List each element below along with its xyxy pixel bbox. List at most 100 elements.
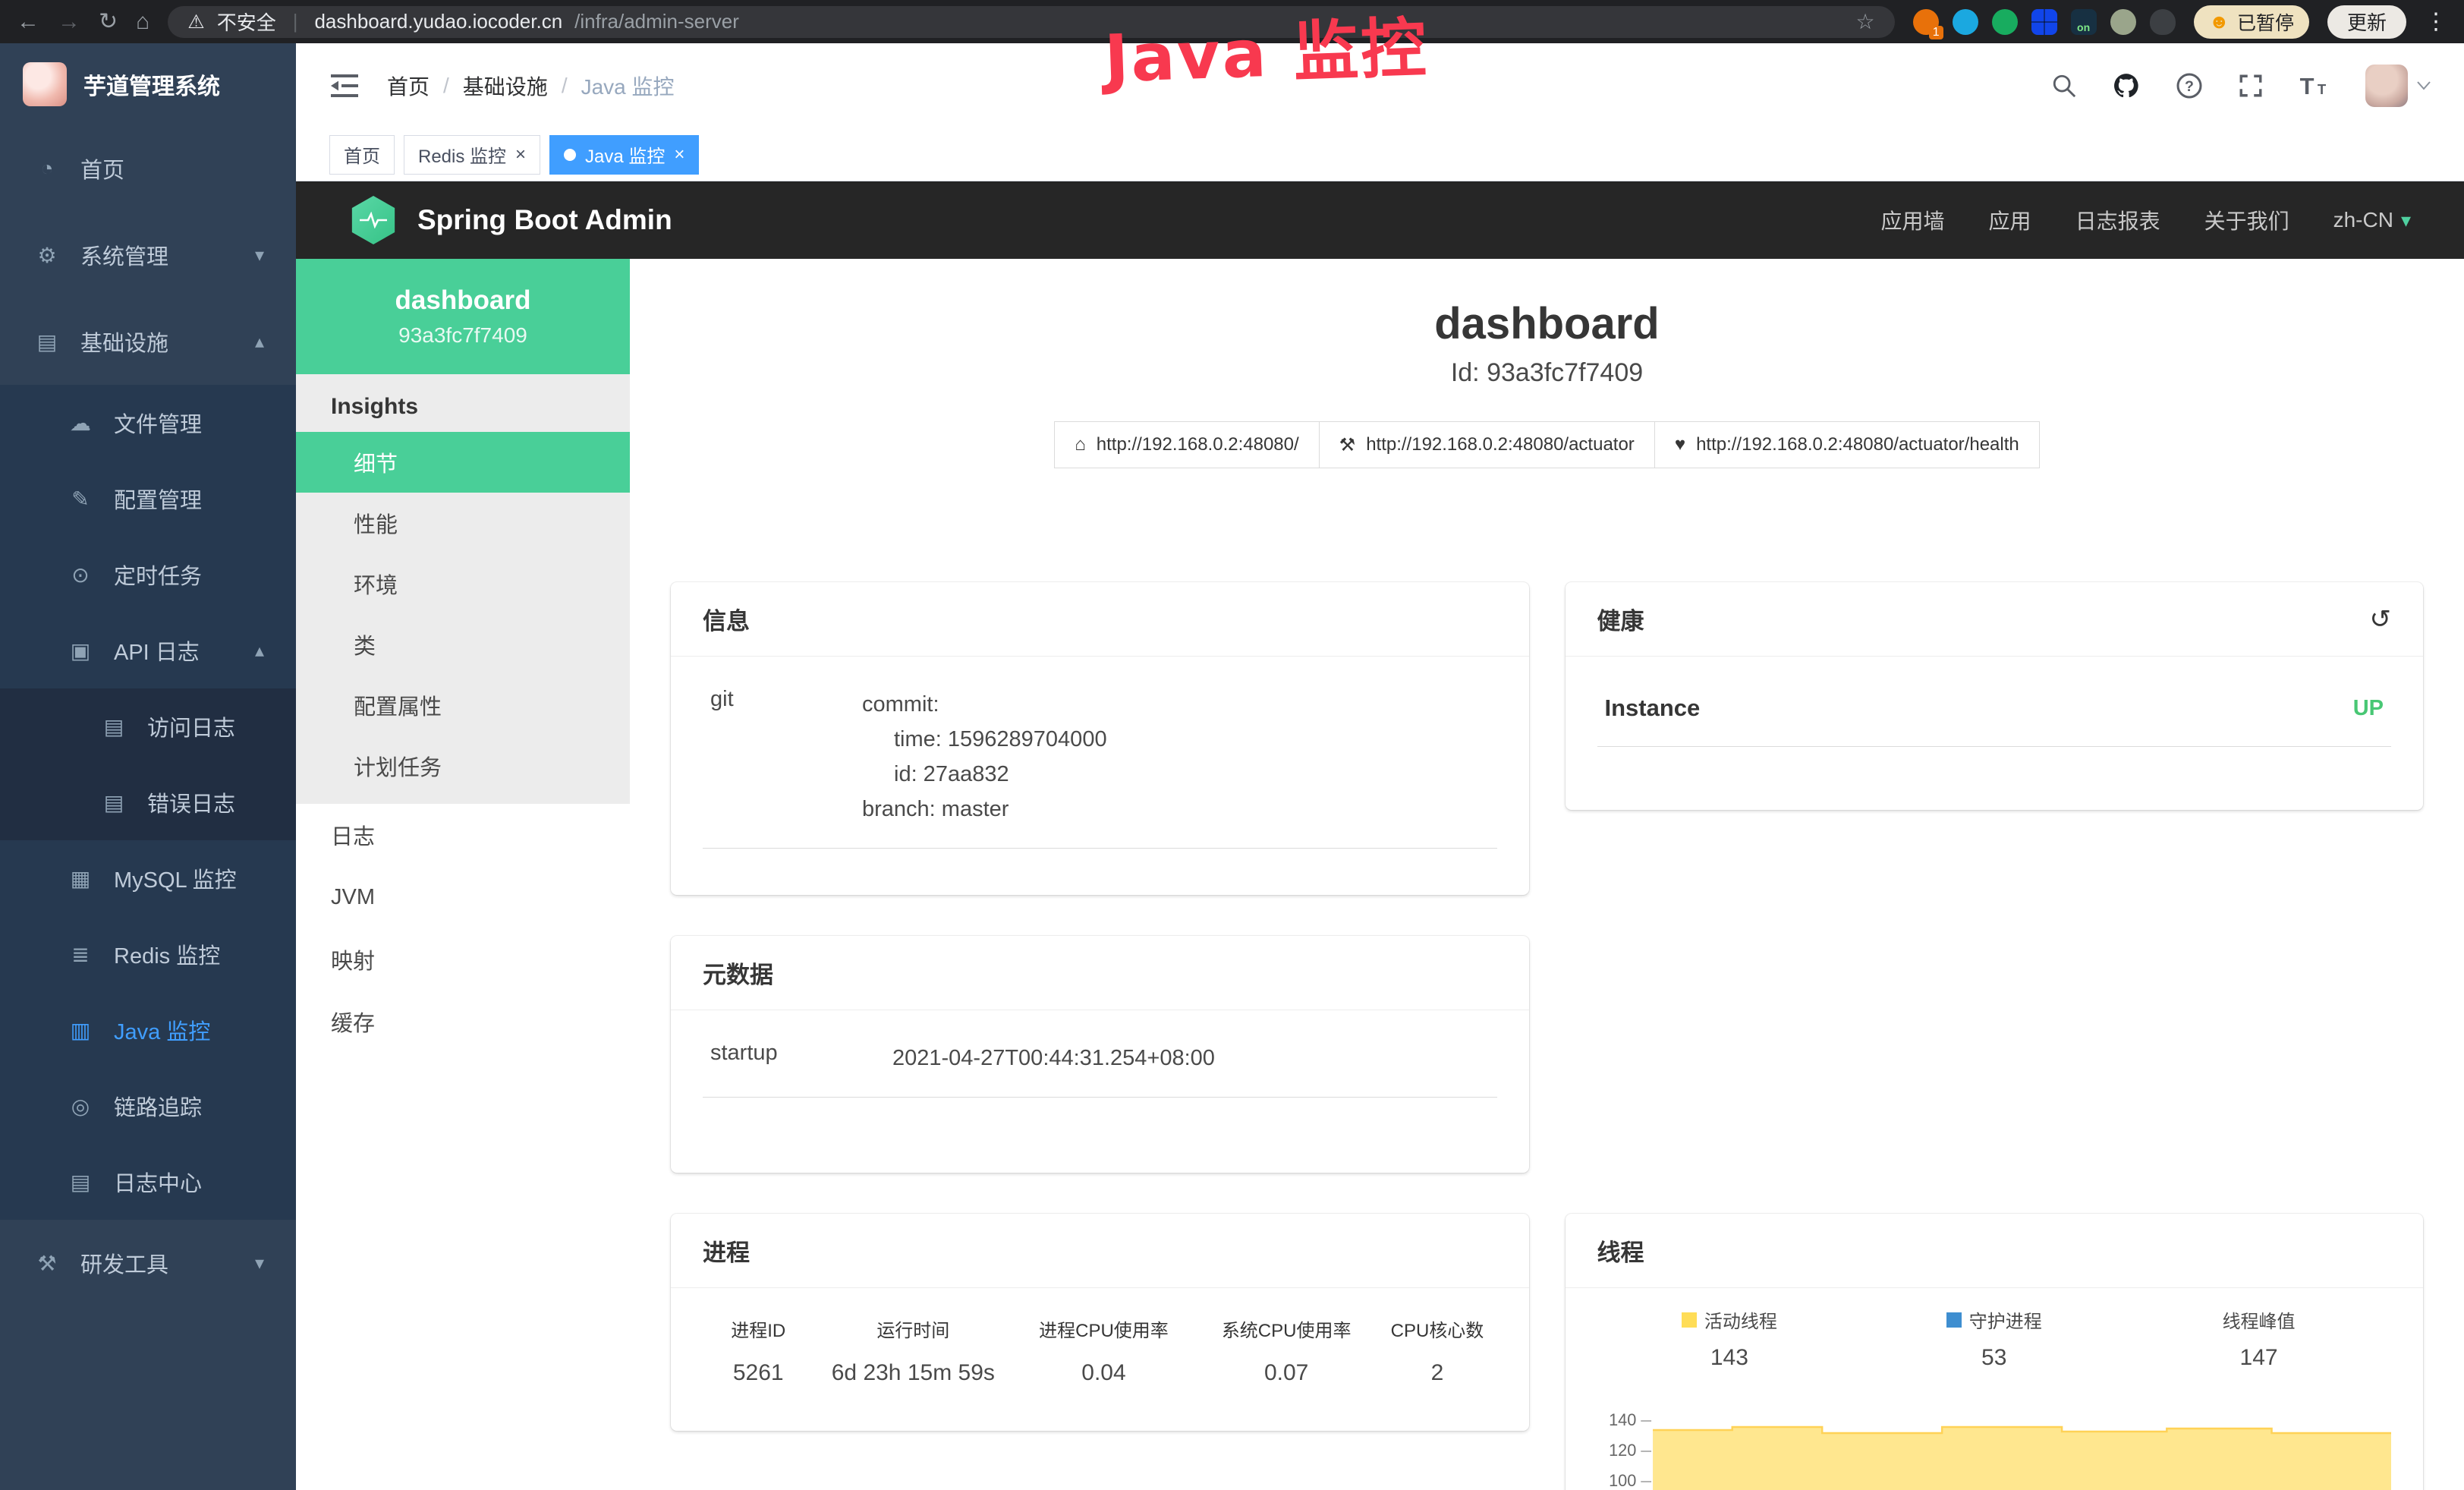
sba-item-metrics[interactable]: 性能 [296, 493, 630, 553]
sba-brand[interactable]: Spring Boot Admin [349, 196, 672, 244]
sidebar-item-java-monitor[interactable]: ▥ Java 监控 [0, 992, 296, 1068]
sidebar-item-dev-tools[interactable]: ⚒ 研发工具 ▾ [0, 1220, 296, 1306]
extension-icon-7[interactable] [2150, 9, 2176, 35]
sidebar-item-system-management[interactable]: ⚙ 系统管理 ▾ [0, 212, 296, 298]
sba-item-caches[interactable]: 缓存 [296, 991, 630, 1053]
menu-label: 定时任务 [114, 559, 202, 591]
breadcrumb-infrastructure[interactable]: 基础设施 [463, 71, 548, 101]
sba-nav-journal[interactable]: 日志报表 [2075, 205, 2160, 235]
sba-item-config-props[interactable]: 配置属性 [296, 675, 630, 736]
sba-item-mappings[interactable]: 映射 [296, 928, 630, 991]
locale-label: zh-CN [2333, 208, 2393, 232]
sidebar-item-tracing[interactable]: ◎ 链路追踪 [0, 1068, 296, 1144]
sidebar-item-api-logs[interactable]: ▣ API 日志 ▴ [0, 613, 296, 688]
fullscreen-icon[interactable] [2238, 73, 2264, 99]
instance-header[interactable]: dashboard 93a3fc7f7409 [296, 259, 630, 374]
search-icon[interactable] [2051, 73, 2077, 99]
sidebar-item-infrastructure[interactable]: ▤ 基础设施 ▴ [0, 298, 296, 385]
sidebar-header[interactable]: 芋道管理系统 [0, 43, 296, 125]
browser-forward-button[interactable]: → [58, 11, 80, 33]
browser-menu-icon[interactable]: ⋮ [2425, 8, 2447, 35]
breadcrumb-home[interactable]: 首页 [387, 71, 430, 101]
service-url-link[interactable]: ⌂ http://192.168.0.2:48080/ [1054, 421, 1319, 468]
extension-icon-1[interactable]: 1 [1913, 9, 1939, 35]
threads-card: 线程 活动线程 1 [1566, 1214, 2424, 1490]
sidebar-item-file-management[interactable]: ☁ 文件管理 [0, 385, 296, 461]
sba-item-logs[interactable]: 日志 [296, 804, 630, 866]
menu-label: 基础设施 [80, 326, 168, 358]
extension-icon-2[interactable] [1953, 9, 1978, 35]
tab-java-monitor[interactable]: Java 监控 × [549, 135, 699, 175]
browser-back-button[interactable]: ← [17, 11, 39, 33]
svg-text:T: T [2300, 73, 2315, 99]
sidebar-item-redis-monitor[interactable]: ≣ Redis 监控 [0, 916, 296, 992]
bookmark-star-icon[interactable]: ☆ [1856, 9, 1875, 34]
close-icon[interactable]: × [515, 144, 526, 165]
legend-live-threads: 活动线程 143 [1597, 1306, 1862, 1371]
tags-view: 首页 Redis 监控 × Java 监控 × [296, 128, 2464, 181]
profile-paused-chip[interactable]: ☻ 已暂停 [2194, 5, 2309, 39]
sidebar-item-home[interactable]: ◔ 首页 [0, 125, 296, 212]
dashboard-icon: ◔ [33, 156, 61, 181]
sba-body: dashboard 93a3fc7f7409 Insights 细节 性能 环境… [296, 259, 2464, 1490]
browser-home-button[interactable]: ⌂ [136, 11, 149, 33]
svg-text:T: T [2318, 81, 2327, 97]
legend-daemon-threads: 守护进程 53 [1861, 1306, 2126, 1371]
extension-badge: 1 [1929, 26, 1943, 39]
extension-icon-5[interactable]: on [2071, 9, 2097, 35]
extension-icon-4[interactable] [2031, 9, 2057, 35]
column-header: 进程ID [703, 1306, 814, 1351]
menu-label: 文件管理 [114, 407, 202, 439]
user-menu[interactable] [2365, 65, 2431, 107]
menu-label: 系统管理 [80, 239, 168, 271]
sba-nav-wallboard[interactable]: 应用墙 [1881, 205, 1945, 235]
sba-item-details[interactable]: 细节 [296, 432, 630, 493]
sidebar-item-mysql-monitor[interactable]: ▦ MySQL 监控 [0, 840, 296, 916]
extension-icon-3[interactable] [1992, 9, 2018, 35]
app-logo [23, 62, 67, 106]
legend-label: 守护进程 [1969, 1306, 2042, 1333]
sidebar-item-access-logs[interactable]: ▤ 访问日志 [0, 688, 296, 764]
y-tick-120: 120 [1609, 1441, 1636, 1460]
sidebar-item-log-center[interactable]: ▤ 日志中心 [0, 1144, 296, 1220]
sba-item-scheduled-tasks[interactable]: 计划任务 [296, 736, 630, 796]
sba-item-classes[interactable]: 类 [296, 614, 630, 675]
instance-hero: dashboard Id: 93a3fc7f7409 ⌂ http://192.… [630, 298, 2464, 468]
address-bar[interactable]: ⚠ 不安全 | dashboard.yudao.iocoder.cn /infr… [168, 6, 1894, 38]
font-size-icon[interactable]: TT [2299, 73, 2330, 99]
menu-label: API 日志 [114, 635, 200, 666]
hamburger-icon[interactable] [329, 73, 360, 99]
column-header: 运行时间 [814, 1306, 1013, 1351]
github-icon[interactable] [2112, 71, 2141, 100]
sba-nav-applications[interactable]: 应用 [1989, 205, 2031, 235]
close-icon[interactable]: × [674, 144, 684, 165]
tools-icon: ⚒ [33, 1251, 61, 1276]
sba-nav-about[interactable]: 关于我们 [2204, 205, 2289, 235]
sidebar-item-config-management[interactable]: ✎ 配置管理 [0, 461, 296, 537]
health-url-link[interactable]: ♥ http://192.168.0.2:48080/actuator/heal… [1654, 421, 2040, 468]
git-id-line: id: 27aa832 [862, 757, 1107, 792]
sidebar-item-scheduled-tasks[interactable]: ⊙ 定时任务 [0, 537, 296, 613]
tab-home[interactable]: 首页 [329, 135, 395, 175]
health-card: 健康 ↺ Instance UP [1566, 582, 2424, 810]
extension-icon-6[interactable] [2110, 9, 2136, 35]
menu-label: Redis 监控 [114, 938, 220, 970]
sba-item-jvm[interactable]: JVM [296, 866, 630, 928]
tab-redis-monitor[interactable]: Redis 监控 × [404, 135, 540, 175]
git-time-line: time: 1596289704000 [862, 722, 1107, 757]
locale-select[interactable]: zh-CN ▾ [2333, 208, 2411, 232]
help-icon[interactable]: ? [2176, 72, 2203, 99]
security-label[interactable]: 不安全 [217, 8, 276, 36]
avatar[interactable] [2365, 65, 2408, 107]
browser-update-button[interactable]: 更新 [2327, 5, 2406, 39]
tab-label: Redis 监控 [418, 141, 506, 168]
uptime-value: 6d 23h 15m 59s [814, 1351, 1013, 1395]
status-badge: UP [2353, 696, 2384, 721]
sba-item-environment[interactable]: 环境 [296, 553, 630, 614]
sidebar-item-error-logs[interactable]: ▤ 错误日志 [0, 764, 296, 840]
monitor-icon: ▥ [67, 1018, 94, 1043]
extension-on-label: on [2071, 21, 2097, 33]
history-icon[interactable]: ↺ [2370, 606, 2392, 632]
browser-reload-button[interactable]: ↻ [99, 11, 118, 33]
actuator-url-link[interactable]: ⚒ http://192.168.0.2:48080/actuator [1319, 421, 1655, 468]
